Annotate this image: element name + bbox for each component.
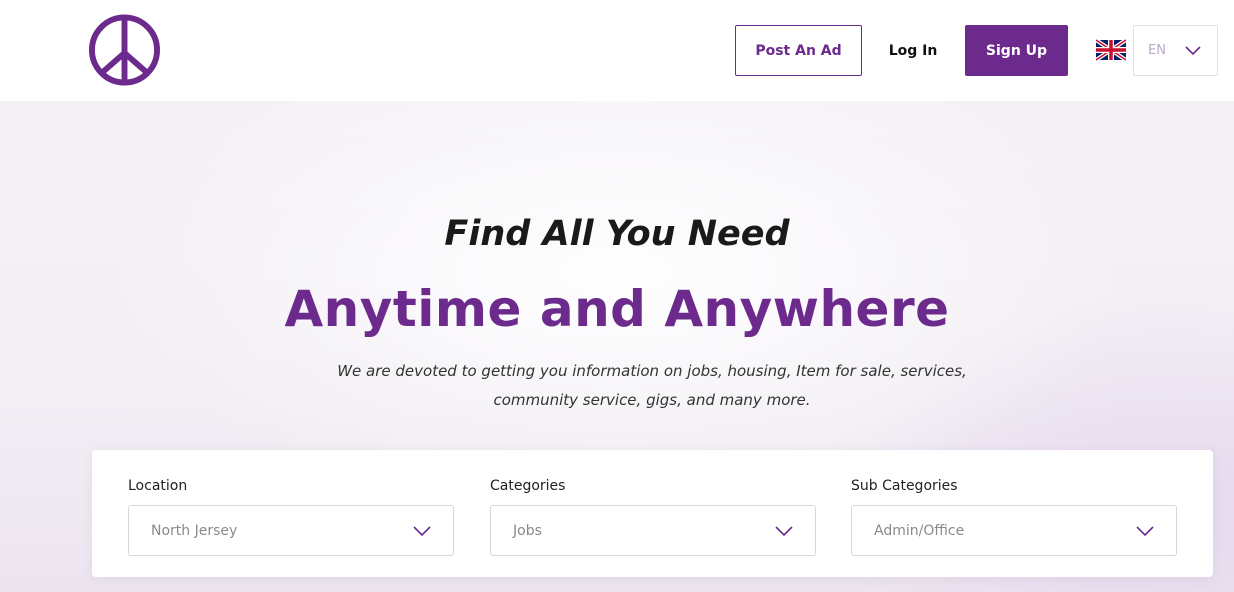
chevron-down-icon — [1136, 526, 1154, 537]
peace-sign-icon[interactable] — [88, 13, 161, 87]
hero-heading: Find All You Need — [444, 214, 790, 254]
location-value: North Jersey — [151, 522, 238, 539]
post-ad-button[interactable]: Post An Ad — [735, 25, 862, 76]
categories-value: Jobs — [513, 522, 542, 539]
chevron-down-icon — [413, 526, 431, 537]
sub-categories-value: Admin/Office — [874, 522, 965, 539]
sub-categories-select[interactable]: Admin/Office — [851, 505, 1177, 556]
location-label: Location — [128, 478, 188, 494]
chevron-down-icon — [775, 526, 793, 537]
hero-subheading: Anytime and Anywhere — [284, 280, 950, 338]
chevron-down-icon — [1185, 46, 1201, 56]
language-select[interactable]: EN — [1133, 25, 1218, 76]
location-select[interactable]: North Jersey — [128, 505, 454, 556]
language-value: EN — [1148, 43, 1166, 58]
categories-label: Categories — [490, 478, 566, 494]
signup-button[interactable]: Sign Up — [965, 25, 1068, 76]
categories-select[interactable]: Jobs — [490, 505, 816, 556]
login-button[interactable]: Log In — [878, 25, 948, 76]
site-header: Post An Ad Log In Sign Up EN — [0, 0, 1234, 101]
uk-flag-icon — [1096, 39, 1126, 61]
hero-tagline: We are devoted to getting you informatio… — [337, 362, 967, 409]
sub-categories-label: Sub Categories — [851, 478, 958, 494]
